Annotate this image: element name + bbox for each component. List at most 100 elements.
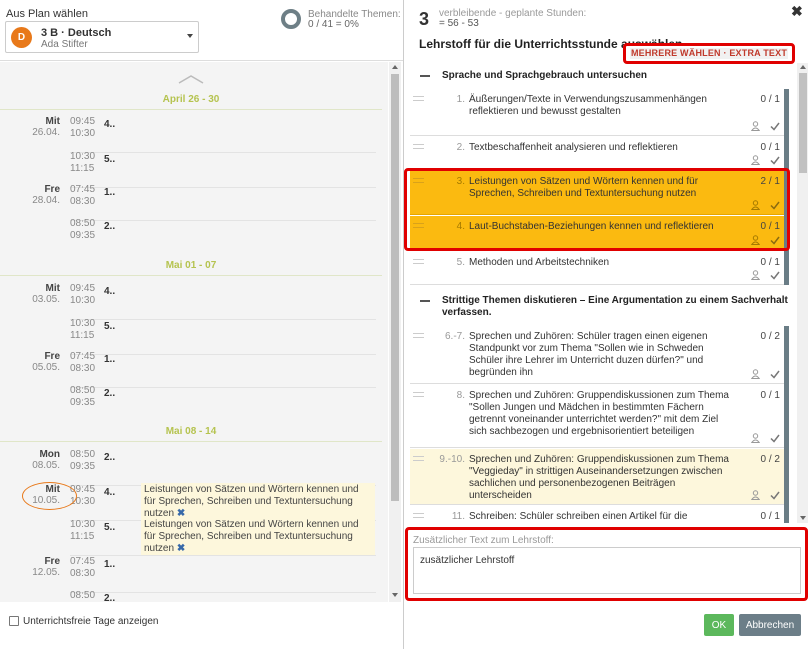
topic-item[interactable]: 9.-10. Sprechen und Zuhören: Gruppendisk… [410,449,789,505]
topic-list: Sprache und Sprachgebrauch untersuchen 1… [404,63,797,523]
slot-start: 08:50 [70,449,96,460]
free-days-label[interactable]: Unterrichtsfreie Tage anzeigen [23,616,158,627]
plan-panel: Aus Plan wählen D 3 B · Deutsch Ada Stif… [0,0,403,649]
person-icon[interactable] [751,490,760,500]
section-header[interactable]: Sprache und Sprachgebrauch untersuchen [410,69,794,89]
slot-number: 1.. [104,354,116,365]
scroll-up-icon[interactable] [392,65,398,69]
slot-number: 4.. [104,487,116,498]
topic-count: 0 / 1 [760,142,780,153]
cancel-button[interactable]: Abbrechen [739,614,801,636]
drag-handle-icon[interactable] [413,259,424,264]
progress-ring-icon [281,9,301,29]
close-icon[interactable]: ✖ [791,3,803,20]
scrollbar-thumb[interactable] [391,74,399,501]
collapse-icon[interactable] [420,300,430,302]
slot-end: 11:15 [70,531,95,542]
person-icon[interactable] [751,270,760,280]
scroll-down-icon[interactable] [800,516,806,520]
slot-start: 09:45 [70,116,96,127]
lesson-slot[interactable]: 10:30 11:15 5.. Leistungen von Sätzen un… [0,517,382,556]
topic-count: 0 / 1 [760,390,780,401]
lesson-slot[interactable]: Mit 26.04. 09:45 10:30 4.. [0,114,382,153]
drag-handle-icon[interactable] [413,144,424,149]
free-days-checkbox[interactable] [9,616,19,626]
scrollbar-thumb[interactable] [799,73,807,173]
topic-item[interactable]: 5. Methoden und Arbeitstechniken 0 / 1 [410,252,789,285]
check-icon[interactable] [770,369,780,379]
topic-list-scrollbar[interactable] [797,63,808,523]
drag-handle-icon[interactable] [413,96,424,101]
drag-handle-icon[interactable] [413,333,424,338]
week-header: Mai 08 - 14 [0,422,382,442]
collapse-icon[interactable] [420,75,430,77]
selected-topics-annotation [404,168,790,251]
lesson-slot[interactable]: Mon 08.05. 08:50 09:35 2.. [0,447,382,486]
slot-date: 08.05. [32,460,60,471]
remaining-hours: 3 [419,9,430,29]
remove-icon[interactable]: ✖ [177,543,185,554]
plan-select[interactable]: D 3 B · Deutsch Ada Stifter [5,21,199,53]
assigned-topic[interactable]: Leistungen von Sätzen und Wörtern kennen… [141,483,375,521]
slot-day: Fre [44,556,60,567]
section-title: Strittige Themen diskutieren – Eine Argu… [442,295,788,318]
slot-end: 08:30 [70,196,96,207]
slot-start: 08:50 [70,218,96,229]
slot-start: 07:45 [70,351,96,362]
slot-start: 10:30 [70,318,96,329]
check-icon[interactable] [770,490,780,500]
hours-range: = 56 - 53 [439,18,479,29]
topic-item[interactable]: 6.-7. Sprechen und Zuhören: Schüler trag… [410,326,789,384]
scroll-up-icon[interactable] [800,65,806,69]
lesson-slot[interactable]: 08:50 2.. [0,588,382,602]
slot-start: 10:30 [70,151,96,162]
drag-handle-icon[interactable] [413,456,424,461]
topic-count: 0 / 1 [760,511,780,522]
assigned-topic[interactable]: Leistungen von Sätzen und Wörtern kennen… [141,518,375,556]
section-title: Sprache und Sprachgebrauch untersuchen [442,70,648,81]
topic-item[interactable]: 8. Sprechen und Zuhören: Gruppendiskussi… [410,385,789,448]
person-icon[interactable] [751,155,760,165]
slot-end: 09:35 [70,397,96,408]
topic-count: 0 / 2 [760,331,780,342]
slot-end: 09:35 [70,461,96,472]
slot-start: 07:45 [70,184,96,195]
slot-end: 10:30 [70,128,96,139]
topic-count: 0 / 1 [760,257,780,268]
check-icon[interactable] [770,270,780,280]
lesson-slot[interactable]: 08:50 09:35 2.. [0,216,382,255]
slot-number: 4.. [104,286,116,297]
chevron-up-icon[interactable] [178,74,204,84]
scroll-down-icon[interactable] [392,593,398,597]
slot-number: 5.. [104,154,116,165]
multi-select-label: MEHRERE WÄHLEN · EXTRA TEXT [630,48,788,59]
topic-item[interactable]: 2. Textbeschaffenheit analysieren und re… [410,137,789,170]
multi-select-extra-text-button[interactable]: MEHRERE WÄHLEN · EXTRA TEXT [623,43,795,64]
slot-day: Fre [44,351,60,362]
week-header: April 26 - 30 [0,90,382,110]
topic-item[interactable]: 1. Äußerungen/Texte in Verwendungszusamm… [410,89,789,136]
schedule-scrollbar[interactable] [389,62,401,602]
check-icon[interactable] [770,155,780,165]
section-header[interactable]: Strittige Themen diskutieren – Eine Argu… [410,294,794,324]
person-icon[interactable] [751,433,760,443]
week-header: Mai 01 - 07 [0,256,382,276]
topic-count: 0 / 2 [760,454,780,465]
check-icon[interactable] [770,121,780,131]
drag-handle-icon[interactable] [413,513,424,518]
person-icon[interactable] [751,121,760,131]
drag-handle-icon[interactable] [413,392,424,397]
lesson-slot[interactable]: 08:50 09:35 2.. [0,383,382,422]
topic-item[interactable]: 11. Schreiben: Schüler schreiben einen A… [410,506,789,523]
person-icon[interactable] [751,369,760,379]
lesson-schedule: April 26 - 30 Mit 26.04. 09:45 10:30 4..… [0,62,388,602]
check-icon[interactable] [770,433,780,443]
slot-start: 09:45 [70,283,96,294]
plan-label: Aus Plan wählen [6,8,88,20]
plan-teacher: Ada Stifter [41,39,88,50]
slot-start: 07:45 [70,556,96,567]
chevron-down-icon [187,34,193,38]
lesson-slot[interactable]: Mit 03.05. 09:45 10:30 4.. [0,281,382,320]
slot-end: 08:30 [70,568,96,579]
ok-button[interactable]: OK [704,614,734,636]
